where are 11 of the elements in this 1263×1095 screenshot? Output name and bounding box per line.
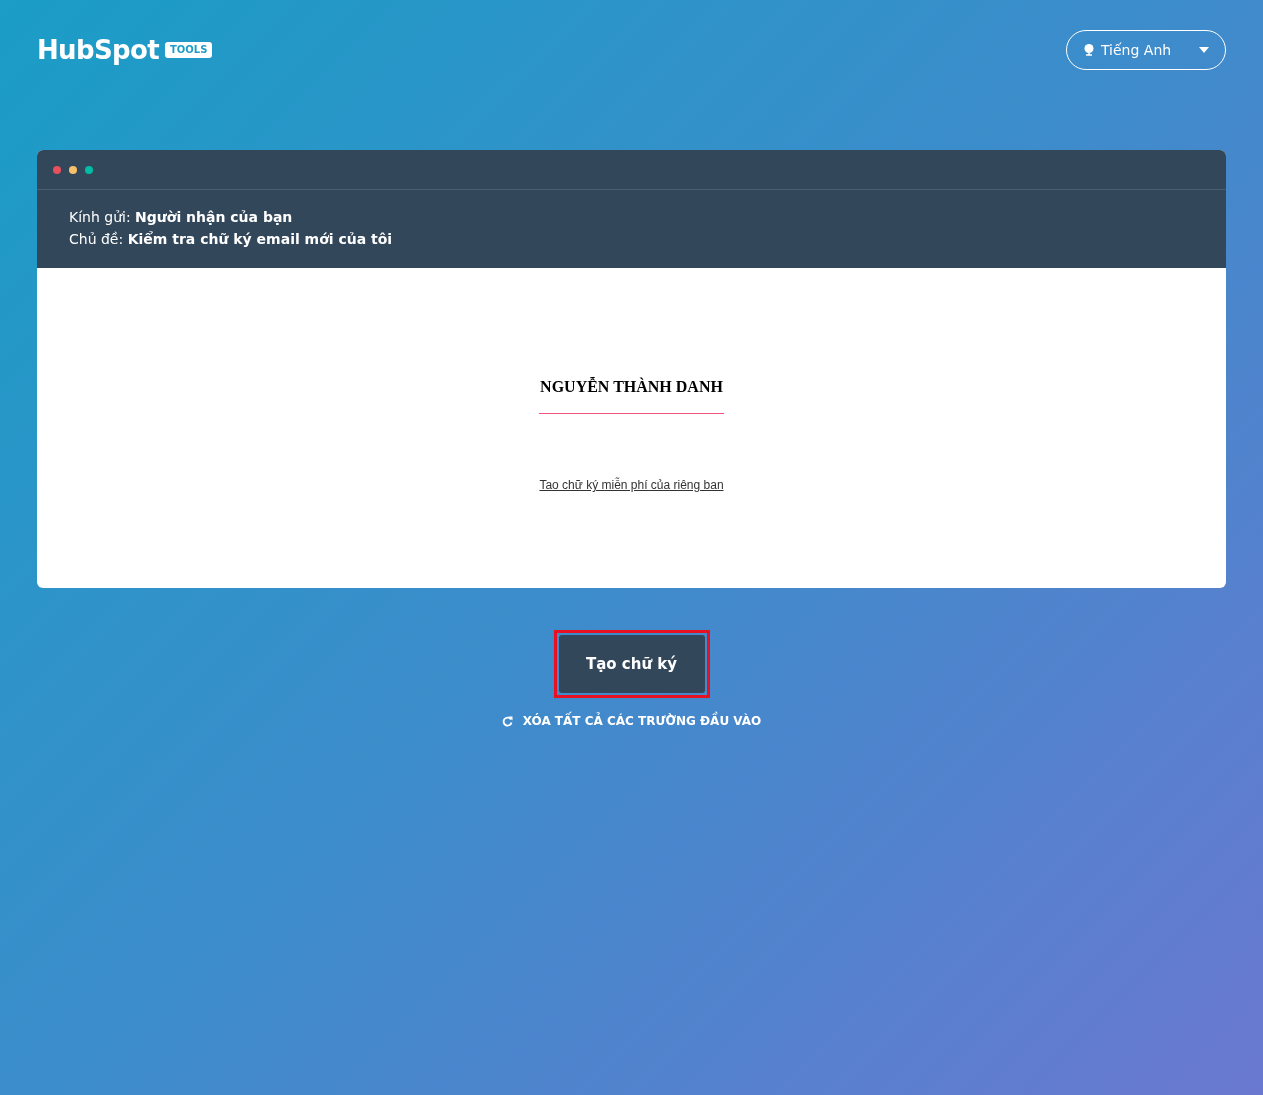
create-signature-button[interactable]: Tạo chữ ký xyxy=(558,635,705,693)
refresh-icon xyxy=(501,715,513,727)
logo-badge: TOOLS xyxy=(164,42,213,58)
reset-fields-link[interactable]: XÓA TẤT CẢ CÁC TRƯỜNG ĐẦU VÀO xyxy=(501,712,762,730)
globe-icon xyxy=(1083,43,1095,57)
subject-line: Chủ đề: Kiểm tra chữ ký email mới của tôi xyxy=(69,230,394,249)
caret-icon xyxy=(1199,47,1209,53)
signature-link[interactable]: Tao chữ ký miễn phí của riêng ban xyxy=(539,476,724,494)
logo: HubSpot xyxy=(37,37,159,63)
signature-name: NGUYỄN THÀNH DANH xyxy=(539,376,724,397)
recipient-line: Kính gửi: Người nhận của bạn xyxy=(69,208,294,227)
